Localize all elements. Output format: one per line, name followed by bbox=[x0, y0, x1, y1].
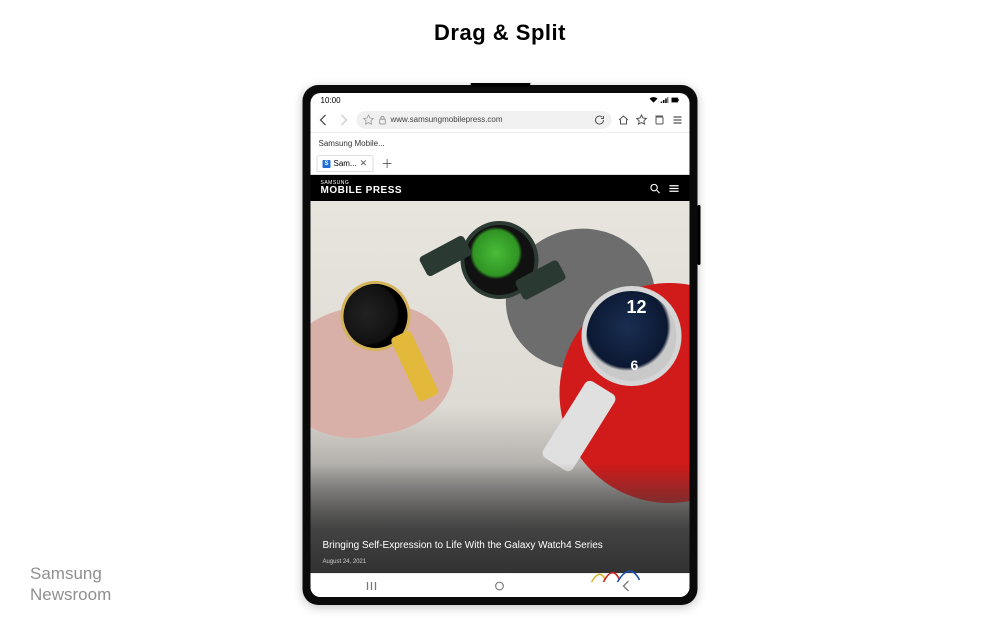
watch-numeral-12: 12 bbox=[627, 297, 647, 318]
browser-tab[interactable]: S Sam... ✕ bbox=[317, 155, 374, 172]
device-screen: 10:00 www.samsungmobilepress.com bbox=[311, 93, 690, 597]
menu-icon[interactable] bbox=[672, 114, 684, 126]
new-tab-button[interactable]: ＋ bbox=[377, 155, 397, 172]
watermark-line1: Samsung bbox=[30, 564, 111, 584]
status-indicators bbox=[650, 97, 680, 103]
close-tab-button[interactable]: ✕ bbox=[360, 158, 368, 169]
site-brand-main: MOBILE PRESS bbox=[321, 186, 403, 196]
watch-numeral-6: 6 bbox=[631, 357, 639, 373]
battery-icon bbox=[672, 97, 680, 103]
site-brand[interactable]: SAMSUNG MOBILE PRESS bbox=[321, 181, 403, 196]
device-frame: 10:00 www.samsungmobilepress.com bbox=[303, 85, 698, 605]
watch-green bbox=[461, 221, 539, 299]
article-date: August 24, 2021 bbox=[323, 559, 367, 565]
site-header: SAMSUNG MOBILE PRESS bbox=[311, 175, 690, 201]
bookmarks-bar: Samsung Mobile... bbox=[311, 133, 690, 153]
reload-icon[interactable] bbox=[594, 114, 606, 126]
status-bar: 10:00 bbox=[311, 93, 690, 107]
lock-icon bbox=[379, 114, 387, 126]
star-outline-icon[interactable] bbox=[363, 114, 375, 126]
tab-strip: S Sam... ✕ ＋ bbox=[311, 153, 690, 175]
system-nav-bar bbox=[311, 573, 690, 597]
address-bar[interactable]: www.samsungmobilepress.com bbox=[357, 111, 612, 129]
watch-silver: 12 6 bbox=[582, 286, 682, 386]
tab-label: Sam... bbox=[334, 159, 357, 168]
browser-toolbar: www.samsungmobilepress.com bbox=[311, 107, 690, 133]
status-time: 10:00 bbox=[321, 96, 341, 105]
star-icon[interactable] bbox=[636, 114, 648, 126]
scribble-decoration bbox=[590, 570, 650, 584]
forward-button[interactable] bbox=[337, 113, 351, 127]
tabs-icon[interactable] bbox=[654, 114, 666, 126]
chevron-right-icon bbox=[338, 114, 350, 126]
bookmark-item[interactable]: Samsung Mobile... bbox=[319, 139, 385, 148]
search-icon[interactable] bbox=[650, 183, 661, 194]
home-icon[interactable] bbox=[618, 114, 630, 126]
hero-gradient bbox=[311, 463, 690, 573]
chevron-left-icon bbox=[318, 114, 330, 126]
hero-article[interactable]: 12 6 Bringing Self-Expression to Life Wi… bbox=[311, 201, 690, 573]
watermark: Samsung Newsroom bbox=[30, 564, 111, 605]
home-button[interactable] bbox=[492, 580, 508, 592]
hamburger-icon[interactable] bbox=[669, 183, 680, 194]
device-side-button bbox=[698, 205, 701, 265]
wifi-icon bbox=[650, 97, 658, 103]
watermark-line2: Newsroom bbox=[30, 585, 111, 605]
recents-button[interactable] bbox=[366, 580, 382, 592]
back-button[interactable] bbox=[317, 113, 331, 127]
article-headline: Bringing Self-Expression to Life With th… bbox=[323, 540, 678, 551]
page-title: Drag & Split bbox=[0, 20, 1000, 46]
url-text: www.samsungmobilepress.com bbox=[391, 115, 503, 124]
tab-favicon: S bbox=[323, 160, 331, 168]
signal-icon bbox=[661, 97, 669, 103]
device-notch bbox=[470, 83, 530, 87]
